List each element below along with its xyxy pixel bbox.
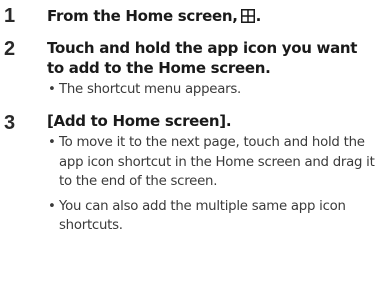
apps-grid-icon xyxy=(240,9,255,23)
bullet-item: To move it to the next page, touch and h… xyxy=(47,133,377,192)
step-title: [Add to Home screen]. xyxy=(47,112,232,130)
step-title: From the Home screen, . xyxy=(47,6,377,26)
step-title-suffix: . xyxy=(255,7,262,25)
step-number: 1 xyxy=(4,5,16,27)
bullet-item: You can also add the multiple same app i… xyxy=(47,197,377,236)
step-title: Touch and hold the app icon you want to … xyxy=(47,39,358,77)
step-number: 2 xyxy=(4,38,16,60)
bullet-item: The shortcut menu appears. xyxy=(47,80,377,100)
step-title-text: From the Home screen, xyxy=(47,7,238,25)
step-bullets: To move it to the next page, touch and h… xyxy=(47,133,377,236)
step-bullets: The shortcut menu appears. xyxy=(47,80,377,100)
step-number: 3 xyxy=(4,112,16,134)
